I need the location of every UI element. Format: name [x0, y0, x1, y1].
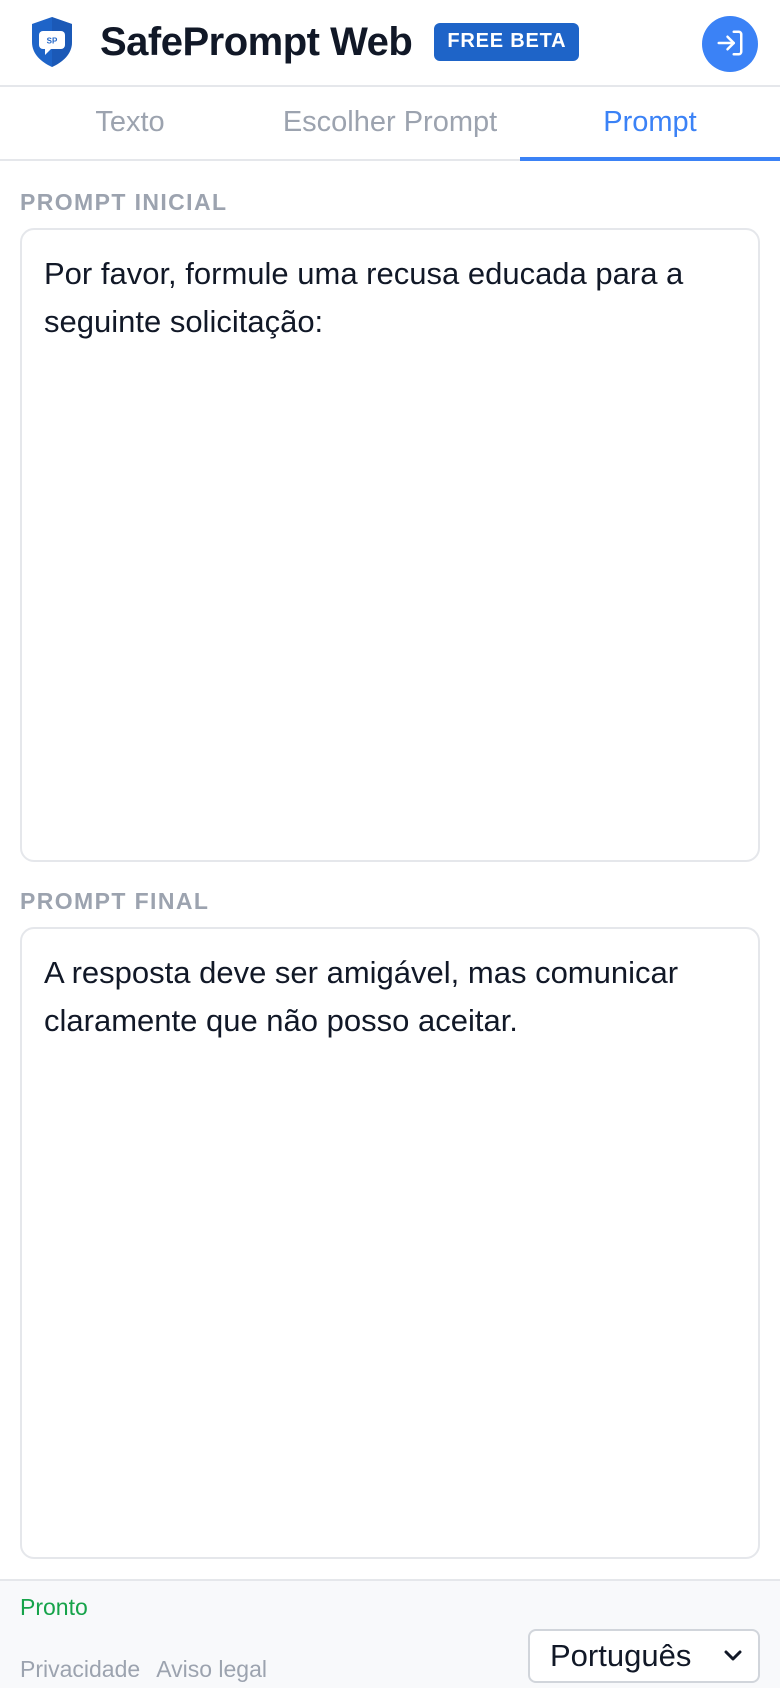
language-select-value: Português — [550, 1637, 692, 1673]
prompt-initial-label: PROMPT INICIAL — [20, 188, 228, 215]
prompt-final-textarea[interactable]: A resposta deve ser amigável, mas comuni… — [20, 926, 760, 1559]
logo-text: SP — [47, 37, 58, 46]
tab-prompt[interactable]: Prompt — [520, 87, 780, 161]
chevron-down-icon — [722, 1645, 744, 1667]
prompt-initial-textarea[interactable]: Por favor, formule uma recusa educada pa… — [20, 227, 760, 862]
app-header: SP SafePrompt Web FREE BETA — [0, 0, 780, 87]
tab-texto[interactable]: Texto — [0, 87, 260, 159]
app-footer: Pronto Privacidade Aviso legal Português — [0, 1578, 780, 1688]
tab-bar: Texto Escolher Prompt Prompt — [0, 87, 780, 161]
privacy-link[interactable]: Privacidade — [20, 1656, 140, 1683]
login-icon — [715, 28, 745, 61]
tab-escolher-prompt[interactable]: Escolher Prompt — [260, 87, 520, 159]
status-text: Pronto — [20, 1593, 88, 1620]
main-content: PROMPT INICIAL Por favor, formule uma re… — [0, 161, 780, 1579]
legal-notice-link[interactable]: Aviso legal — [156, 1656, 267, 1683]
language-select[interactable]: Português — [528, 1628, 760, 1683]
app-window: SP SafePrompt Web FREE BETA Texto Escolh… — [0, 0, 780, 1688]
app-title: SafePrompt Web — [100, 19, 413, 64]
beta-badge: FREE BETA — [434, 23, 580, 62]
footer-links: Privacidade Aviso legal — [20, 1656, 267, 1683]
login-button[interactable] — [702, 16, 758, 72]
prompt-final-label: PROMPT FINAL — [20, 887, 210, 914]
shield-logo-icon: SP — [28, 14, 76, 70]
